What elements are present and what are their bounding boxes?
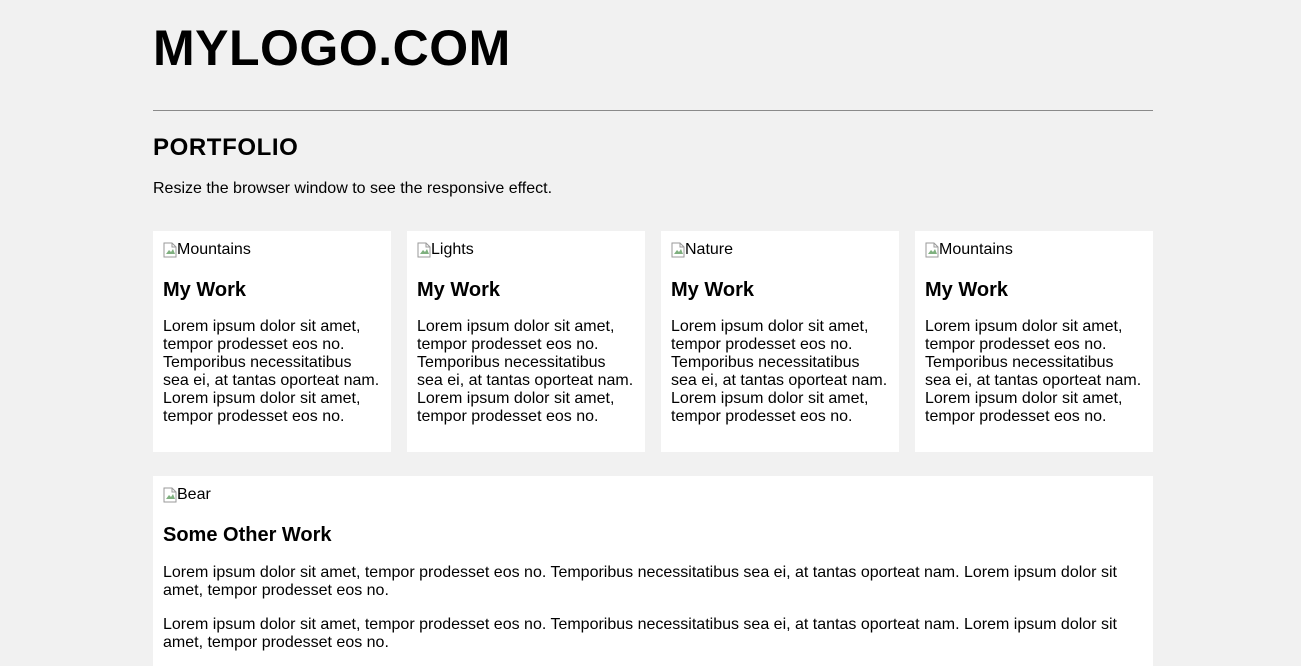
card-image: Lights xyxy=(417,241,635,259)
intro-text: Resize the browser window to see the res… xyxy=(153,180,553,197)
card-title: Some Other Work xyxy=(163,524,332,546)
card-title: My Work xyxy=(671,279,754,301)
card-image-alt: Mountains xyxy=(939,241,1013,258)
portfolio-card: Lights My Work Lorem ipsum dolor sit ame… xyxy=(407,231,645,452)
card-image: Mountains xyxy=(163,241,381,259)
card-paragraph: Lorem ipsum dolor sit amet, tempor prode… xyxy=(163,616,1117,651)
card-image: Mountains xyxy=(925,241,1143,259)
broken-image-icon xyxy=(163,487,177,503)
broken-image-icon xyxy=(671,242,685,258)
card-image-alt: Mountains xyxy=(177,241,251,258)
card-text: Lorem ipsum dolor sit amet, tempor prode… xyxy=(417,318,634,425)
card-title: My Work xyxy=(417,279,500,301)
header-divider xyxy=(153,110,1153,111)
main-container: MYLOGO.COM PORTFOLIO Resize the browser … xyxy=(153,0,1153,666)
card-image-alt: Nature xyxy=(685,241,734,258)
card-title: My Work xyxy=(925,279,1008,301)
other-work-card: Bear Some Other Work Lorem ipsum dolor s… xyxy=(153,476,1153,666)
broken-image-icon xyxy=(417,242,431,258)
broken-image-icon xyxy=(925,242,939,258)
card-text: Lorem ipsum dolor sit amet, tempor prode… xyxy=(925,318,1142,425)
card-paragraph: Lorem ipsum dolor sit amet, tempor prode… xyxy=(163,564,1117,599)
site-logo[interactable]: MYLOGO.COM xyxy=(153,0,1153,74)
card-image: Bear xyxy=(163,486,1143,504)
broken-image-icon xyxy=(163,242,177,258)
card-image-alt: Lights xyxy=(431,241,474,258)
portfolio-card: Mountains My Work Lorem ipsum dolor sit … xyxy=(915,231,1153,452)
portfolio-heading: PORTFOLIO xyxy=(153,134,299,161)
card-text: Lorem ipsum dolor sit amet, tempor prode… xyxy=(163,318,380,425)
card-text: Lorem ipsum dolor sit amet, tempor prode… xyxy=(671,318,888,425)
card-title: My Work xyxy=(163,279,246,301)
card-image-alt: Bear xyxy=(177,486,211,503)
portfolio-card: Nature My Work Lorem ipsum dolor sit ame… xyxy=(661,231,899,452)
portfolio-card: Mountains My Work Lorem ipsum dolor sit … xyxy=(153,231,391,452)
card-image: Nature xyxy=(671,241,889,259)
